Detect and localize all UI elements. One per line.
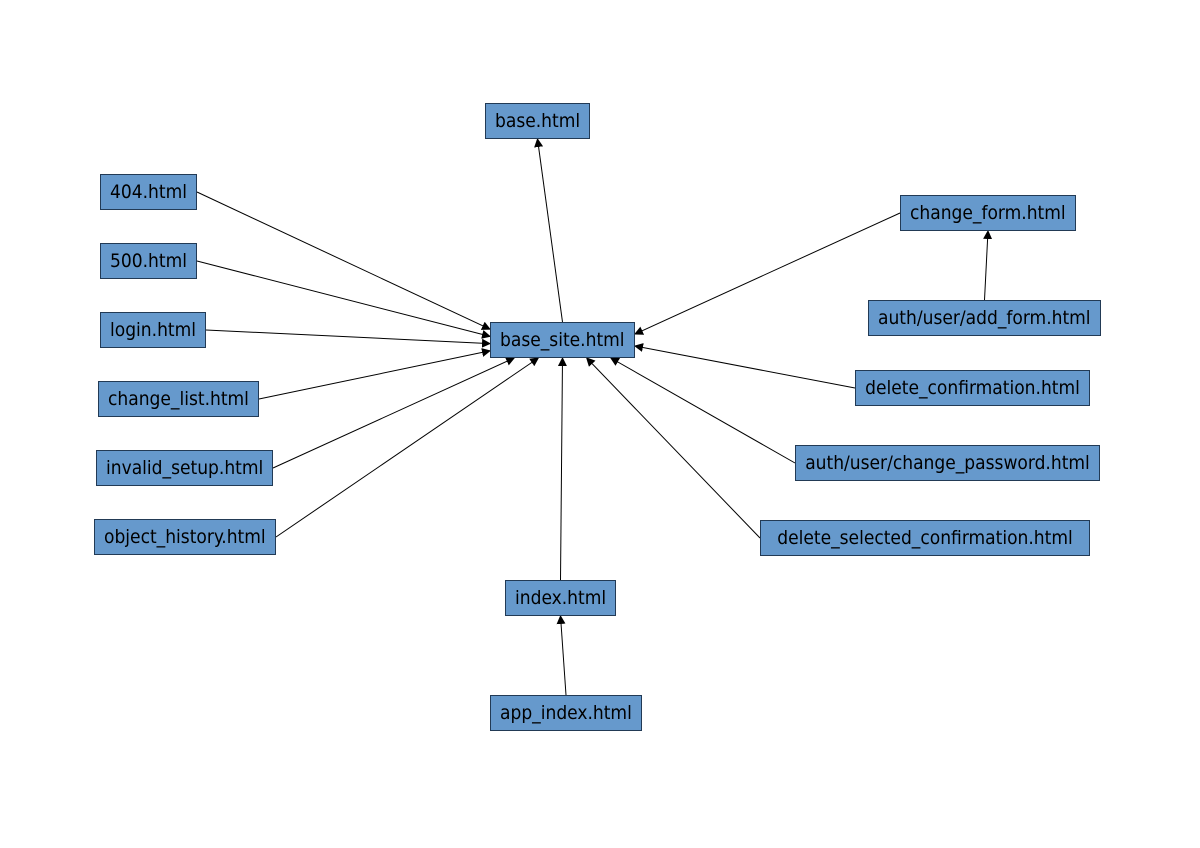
edge-delconf-to-basesite bbox=[635, 346, 855, 388]
node-base: base.html bbox=[485, 103, 590, 139]
edge-chpass-to-basesite bbox=[611, 358, 795, 463]
edge-index-to-basesite bbox=[561, 358, 563, 580]
node-label: auth/user/add_form.html bbox=[878, 307, 1091, 329]
node-label: change_form.html bbox=[910, 202, 1066, 224]
node-basesite: base_site.html bbox=[490, 322, 635, 358]
node-label: app_index.html bbox=[500, 702, 632, 724]
node-label: index.html bbox=[515, 587, 606, 609]
node-label: 404.html bbox=[110, 181, 187, 203]
node-index: index.html bbox=[505, 580, 616, 616]
edge-basesite-to-base bbox=[538, 139, 563, 322]
node-delconf: delete_confirmation.html bbox=[855, 370, 1090, 406]
node-label: object_history.html bbox=[104, 526, 266, 548]
node-label: invalid_setup.html bbox=[106, 457, 263, 479]
node-invalid: invalid_setup.html bbox=[96, 450, 273, 486]
diagram-canvas: 404.html 500.html base.html login.html chang… bbox=[0, 0, 1200, 848]
node-404: 404.html bbox=[100, 174, 197, 210]
edge-history-to-basesite bbox=[276, 358, 538, 537]
edge-chform-to-basesite bbox=[635, 213, 900, 334]
node-login: login.html bbox=[100, 312, 206, 348]
edge-login-to-basesite bbox=[206, 330, 490, 344]
node-label: 500.html bbox=[110, 250, 187, 272]
edge-404-to-basesite bbox=[197, 192, 490, 329]
node-label: delete_confirmation.html bbox=[865, 377, 1080, 399]
node-label: base.html bbox=[495, 110, 580, 132]
edge-invalid-to-basesite bbox=[273, 358, 514, 468]
edge-appindex-to-index bbox=[561, 616, 567, 695]
node-chpass: auth/user/change_password.html bbox=[795, 445, 1100, 481]
node-chform: change_form.html bbox=[900, 195, 1076, 231]
edge-change_list-to-basesite bbox=[259, 351, 490, 399]
node-history: object_history.html bbox=[94, 519, 276, 555]
edge-500-to-basesite bbox=[197, 261, 490, 336]
node-delsel: delete_selected_confirmation.html bbox=[760, 520, 1090, 556]
edge-addform-to-chform bbox=[985, 231, 989, 300]
node-label: auth/user/change_password.html bbox=[805, 452, 1090, 474]
node-label: base_site.html bbox=[500, 329, 625, 351]
node-change_list: change_list.html bbox=[98, 381, 259, 417]
node-label: change_list.html bbox=[108, 388, 249, 410]
node-500: 500.html bbox=[100, 243, 197, 279]
node-label: delete_selected_confirmation.html bbox=[777, 527, 1073, 549]
node-appindex: app_index.html bbox=[490, 695, 642, 731]
node-label: login.html bbox=[110, 319, 196, 341]
node-addform: auth/user/add_form.html bbox=[868, 300, 1101, 336]
edge-delsel-to-basesite bbox=[587, 358, 760, 538]
